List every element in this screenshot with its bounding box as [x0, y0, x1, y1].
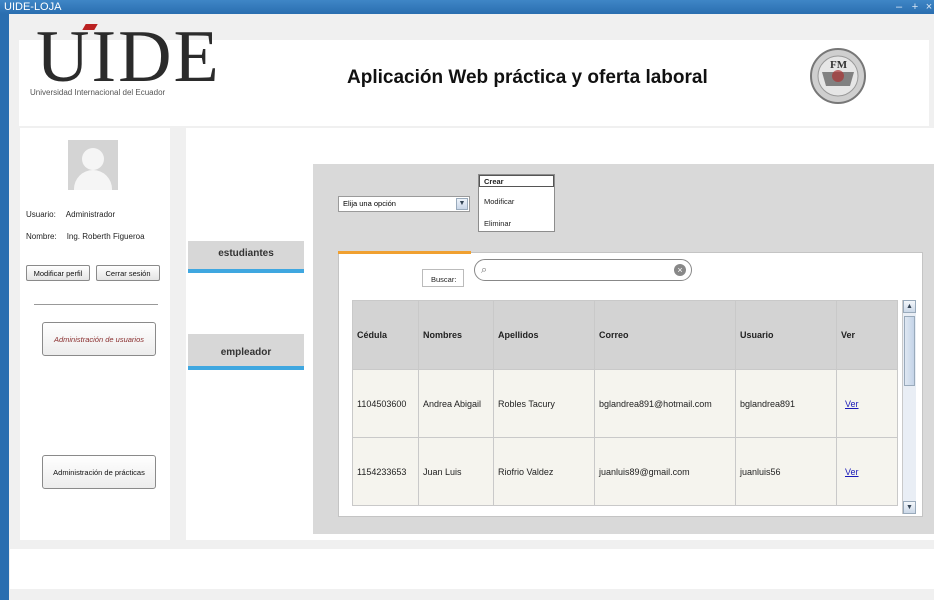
- col-usuario[interactable]: Usuario: [735, 300, 837, 370]
- menu-item-delete[interactable]: Eliminar: [484, 219, 511, 228]
- window-frame-left: [0, 14, 9, 600]
- table-row[interactable]: 1104503600 Andrea Abigail Robles Tacury …: [352, 369, 898, 438]
- avatar: [68, 140, 118, 190]
- avatar-head-icon: [82, 148, 104, 170]
- uide-logo: UIDE Universidad Internacional del Ecuad…: [30, 20, 219, 100]
- cell-cedula: 1104503600: [352, 369, 419, 438]
- cell-cedula: 1154233653: [352, 437, 419, 506]
- avatar-body-icon: [74, 170, 112, 190]
- table-header-row: Cédula Nombres Apellidos Correo Usuario …: [352, 300, 898, 370]
- seal-lettering: FM: [830, 59, 848, 71]
- cell-usuario: bglandrea891: [735, 369, 837, 438]
- panel-tab-accent: [338, 251, 471, 254]
- cell-correo: juanluis89@gmail.com: [594, 437, 736, 506]
- search-icon: ⌕: [481, 264, 488, 276]
- action-select[interactable]: Elija una opción ▼: [338, 196, 470, 212]
- name-line: Nombre: Ing. Roberth Figueroa: [26, 232, 145, 241]
- col-correo[interactable]: Correo: [594, 300, 736, 370]
- table-row[interactable]: 1154233653 Juan Luis Riofrio Valdez juan…: [352, 437, 898, 506]
- cell-usuario: juanluis56: [735, 437, 837, 506]
- user-label: Usuario:: [26, 210, 56, 219]
- cell-nombres: Andrea Abigail: [418, 369, 494, 438]
- col-nombres[interactable]: Nombres: [418, 300, 494, 370]
- faculty-seal-icon: FM: [810, 48, 866, 104]
- table-scrollbar[interactable]: ▲ ▼: [902, 300, 916, 514]
- col-apellidos[interactable]: Apellidos: [493, 300, 595, 370]
- logo-text: UIDE: [36, 16, 221, 98]
- view-link[interactable]: Ver: [836, 369, 898, 438]
- col-ver[interactable]: Ver: [836, 300, 898, 370]
- close-icon[interactable]: ×: [924, 1, 934, 13]
- users-table: Cédula Nombres Apellidos Correo Usuario …: [352, 300, 916, 514]
- search-input[interactable]: ⌕ ×: [474, 259, 692, 281]
- cell-apellidos: Robles Tacury: [493, 369, 595, 438]
- maximize-icon[interactable]: +: [908, 1, 922, 13]
- action-select-value: Elija una opción: [343, 199, 396, 208]
- clear-icon[interactable]: ×: [674, 264, 686, 276]
- app-title: Aplicación Web práctica y oferta laboral: [347, 67, 708, 88]
- scroll-thumb[interactable]: [904, 316, 915, 386]
- cell-nombres: Juan Luis: [418, 437, 494, 506]
- tab-employer-label: empleador: [220, 347, 272, 358]
- cell-apellidos: Riofrio Valdez: [493, 437, 595, 506]
- tab-students-accent: [188, 269, 304, 273]
- tab-students[interactable]: estudiantes: [188, 241, 304, 273]
- action-menu: Crear Modificar Eliminar: [478, 174, 555, 232]
- scroll-up-icon[interactable]: ▲: [903, 300, 916, 313]
- name-label: Nombre:: [26, 232, 57, 241]
- scroll-down-icon[interactable]: ▼: [903, 501, 916, 514]
- user-line: Usuario: Administrador: [26, 210, 115, 219]
- window-title: UIDE-LOJA: [4, 1, 62, 13]
- chevron-down-icon[interactable]: ▼: [456, 198, 468, 210]
- sidebar-divider: [34, 304, 158, 305]
- logo-subtitle: Universidad Internacional del Ecuador: [30, 88, 166, 97]
- sidebar: Usuario: Administrador Nombre: Ing. Robert…: [20, 128, 170, 540]
- tab-employer[interactable]: empleador: [188, 334, 304, 370]
- menu-item-create[interactable]: Crear: [484, 177, 504, 186]
- col-cedula[interactable]: Cédula: [352, 300, 419, 370]
- name-value: Ing. Roberth Figueroa: [66, 232, 145, 241]
- edit-profile-button[interactable]: Modificar perfil: [26, 265, 90, 281]
- admin-users-button[interactable]: Administración de usuarios: [42, 322, 156, 356]
- view-link[interactable]: Ver: [836, 437, 898, 506]
- page-footer: [10, 549, 934, 589]
- logout-button[interactable]: Cerrar sesión: [96, 265, 160, 281]
- minimize-icon[interactable]: –: [892, 1, 906, 13]
- tab-employer-accent: [188, 366, 304, 370]
- cell-correo: bglandrea891@hotmail.com: [594, 369, 736, 438]
- search-label: Buscar:: [431, 275, 457, 284]
- window-titlebar: UIDE-LOJA – + ×: [0, 0, 934, 14]
- user-value: Administrador: [65, 210, 116, 219]
- admin-practices-button[interactable]: Administración de prácticas: [42, 455, 156, 489]
- menu-item-modify[interactable]: Modificar: [484, 197, 514, 206]
- tab-students-label: estudiantes: [218, 248, 274, 259]
